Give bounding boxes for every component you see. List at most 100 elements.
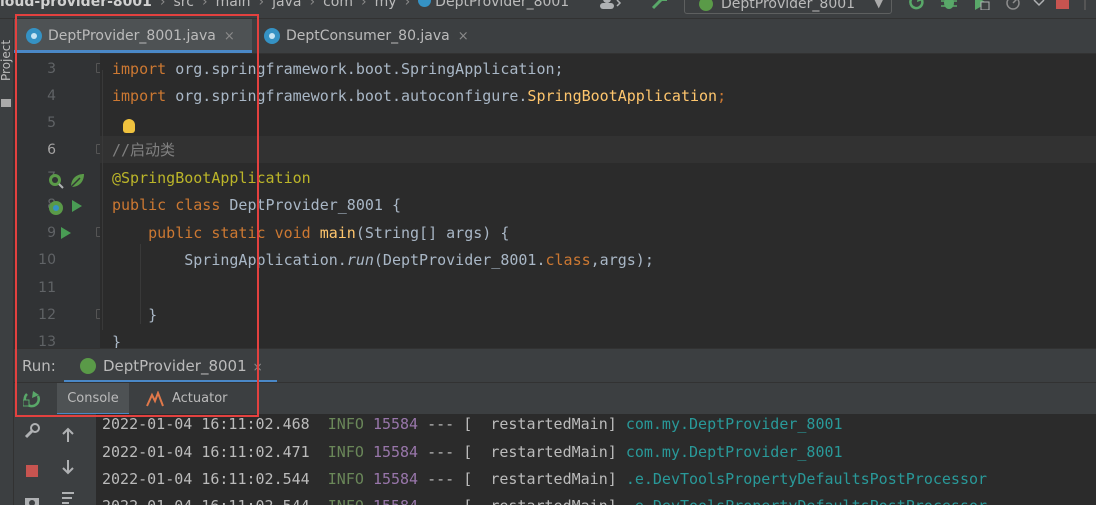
spring-boot-icon bbox=[699, 0, 713, 11]
line-number: 12 bbox=[38, 307, 56, 323]
code-text: } bbox=[112, 333, 122, 348]
soft-wrap-icon[interactable] bbox=[60, 491, 76, 505]
console-side-toolbar bbox=[14, 414, 96, 505]
log-thread: --- [ restartedMain] bbox=[418, 443, 626, 461]
lightbulb-icon[interactable] bbox=[123, 119, 135, 133]
keyword: class bbox=[175, 196, 221, 214]
line-number: 3 bbox=[47, 61, 56, 77]
log-timestamp: 2022-01-04 16:11:02.544 bbox=[102, 470, 310, 488]
code-line-3: import org.springframework.boot.SpringAp… bbox=[112, 56, 564, 83]
profile-icon[interactable] bbox=[1004, 0, 1022, 10]
spring-boot-icon[interactable] bbox=[47, 199, 65, 217]
log-logger[interactable]: .e.DevToolsPropertyDefaultsPostProcessor bbox=[626, 470, 987, 488]
log-thread: --- [ restartedMain] bbox=[418, 497, 626, 505]
log-timestamp: 2022-01-04 16:11:02.544 bbox=[102, 497, 310, 505]
stop-icon[interactable] bbox=[24, 463, 40, 479]
breadcrumb-separator: › bbox=[309, 0, 316, 10]
debug-bug-icon[interactable] bbox=[940, 0, 958, 10]
log-pid: 15584 bbox=[373, 497, 418, 505]
user-icon[interactable] bbox=[598, 0, 622, 10]
log-pid: 15584 bbox=[372, 443, 419, 461]
run-tool-window-header: Run: DeptProvider_8001 × bbox=[14, 348, 1096, 383]
chevron-down-icon: ▼ bbox=[874, 0, 883, 10]
punctuation: ; bbox=[717, 87, 727, 105]
run-tab-label: DeptProvider_8001 bbox=[103, 357, 247, 375]
log-logger[interactable]: .e.DevToolsPropertyDefaultsPostProcessor bbox=[626, 497, 987, 505]
code-text: DeptProvider_8001 { bbox=[220, 196, 401, 214]
editor-tab-bar: DeptProvider_8001.java × DeptConsumer_80.… bbox=[14, 19, 1096, 54]
tab-deptprovider-8001[interactable]: DeptProvider_8001.java × bbox=[14, 19, 252, 53]
code-text: } bbox=[148, 306, 158, 324]
run-with-coverage-icon[interactable] bbox=[972, 0, 990, 10]
line-number: 11 bbox=[38, 280, 56, 296]
tab-actuator[interactable]: Actuator bbox=[146, 383, 228, 415]
java-class-icon bbox=[264, 28, 280, 44]
toolbar-divider bbox=[1084, 0, 1086, 10]
breadcrumb-item-java[interactable]: java bbox=[272, 0, 301, 10]
log-logger[interactable]: com.my.DeptProvider_8001 bbox=[626, 443, 843, 461]
java-class-icon bbox=[418, 0, 432, 7]
spring-boot-icon bbox=[80, 358, 96, 374]
log-line: 2022-01-04 16:11:02.468 INFO 15584 --- [… bbox=[102, 414, 843, 438]
project-tool-window-tab[interactable]: Project bbox=[0, 40, 13, 81]
run-class-icon[interactable] bbox=[72, 200, 82, 212]
breadcrumb-item-src[interactable]: src bbox=[174, 0, 194, 10]
log-timestamp: 2022-01-04 16:11:02.468 bbox=[102, 415, 310, 433]
tab-actuator-label: Actuator bbox=[172, 391, 228, 406]
log-pid: 15584 bbox=[372, 415, 419, 433]
log-pid: 15584 bbox=[372, 470, 419, 488]
keyword: public bbox=[112, 196, 167, 214]
log-level: INFO bbox=[327, 443, 364, 461]
code-text: SpringApplication. bbox=[184, 251, 347, 269]
rerun-icon[interactable] bbox=[23, 390, 41, 408]
code-editor[interactable]: import org.springframework.boot.SpringAp… bbox=[100, 54, 1096, 348]
spring-leaf-icon[interactable] bbox=[68, 172, 86, 190]
java-class-icon bbox=[26, 28, 42, 44]
arrow-down-icon[interactable] bbox=[60, 459, 76, 475]
run-configuration-selector[interactable]: DeptProvider_8001 ▼ bbox=[684, 0, 892, 14]
build-hammer-icon[interactable] bbox=[650, 0, 668, 10]
arrow-up-icon[interactable] bbox=[60, 427, 76, 443]
keyword: import bbox=[112, 87, 167, 105]
breadcrumb-item-com[interactable]: com bbox=[323, 0, 353, 10]
log-timestamp: 2022-01-04 16:11:02.471 bbox=[102, 443, 310, 461]
chevron-down-icon[interactable] bbox=[1030, 0, 1048, 10]
log-logger[interactable]: com.my.DeptProvider_8001 bbox=[626, 415, 843, 433]
code-line-4: import org.springframework.boot.autoconf… bbox=[112, 83, 726, 110]
run-tab-deptprovider-8001[interactable]: DeptProvider_8001 × bbox=[64, 349, 277, 383]
breadcrumb: loud-provider-8001 › src › main › java › com › my ›… bbox=[0, 0, 569, 12]
log-thread: --- [ restartedMain] bbox=[418, 415, 626, 433]
breadcrumb-item-my[interactable]: my bbox=[375, 0, 397, 10]
close-icon[interactable]: × bbox=[253, 360, 263, 374]
editor-gutter[interactable]: 3 4 5 6 7 8 9 10 11 12 13 bbox=[14, 54, 106, 350]
spring-bean-search-icon[interactable] bbox=[47, 172, 65, 190]
comment: //启动类 bbox=[112, 141, 176, 159]
rerun-icon[interactable] bbox=[908, 0, 926, 10]
tab-deptconsumer-80[interactable]: DeptConsumer_80.java × bbox=[252, 19, 482, 53]
indent-guide bbox=[102, 70, 103, 330]
camera-icon[interactable] bbox=[24, 494, 40, 505]
tab-console[interactable]: Console bbox=[57, 383, 129, 415]
log-thread: --- [ restartedMain] bbox=[418, 470, 626, 488]
console-output[interactable]: 2022-01-04 16:11:02.468 INFO 15584 --- [… bbox=[14, 414, 1096, 505]
close-icon[interactable]: × bbox=[224, 29, 235, 44]
annotation: @SpringBootApplication bbox=[112, 169, 311, 187]
keyword: void bbox=[274, 224, 311, 242]
log-line: 2022-01-04 16:11:02.471 INFO 15584 --- [… bbox=[102, 438, 843, 466]
stop-icon[interactable] bbox=[1054, 0, 1072, 10]
breadcrumb-separator: › bbox=[201, 0, 208, 10]
line-number: 10 bbox=[38, 252, 56, 268]
breadcrumb-project[interactable]: loud-provider-8001 bbox=[0, 0, 152, 10]
breadcrumb-item-file[interactable]: DeptProvider_8001 bbox=[435, 0, 569, 10]
code-text: org.springframework.boot.SpringApplicati… bbox=[166, 60, 564, 78]
method-call: run bbox=[346, 251, 374, 269]
code-line-9: public static void main(String[] args) { bbox=[112, 220, 509, 247]
tool-window-strip: Project bbox=[0, 19, 14, 505]
close-icon[interactable]: × bbox=[458, 29, 469, 44]
breadcrumb-item-main[interactable]: main bbox=[216, 0, 251, 10]
run-main-icon[interactable] bbox=[61, 227, 71, 239]
folder-icon bbox=[1, 99, 11, 107]
class-reference: SpringBootApplication bbox=[527, 87, 718, 105]
method-name: main bbox=[319, 224, 356, 242]
wrench-icon[interactable] bbox=[24, 423, 40, 439]
